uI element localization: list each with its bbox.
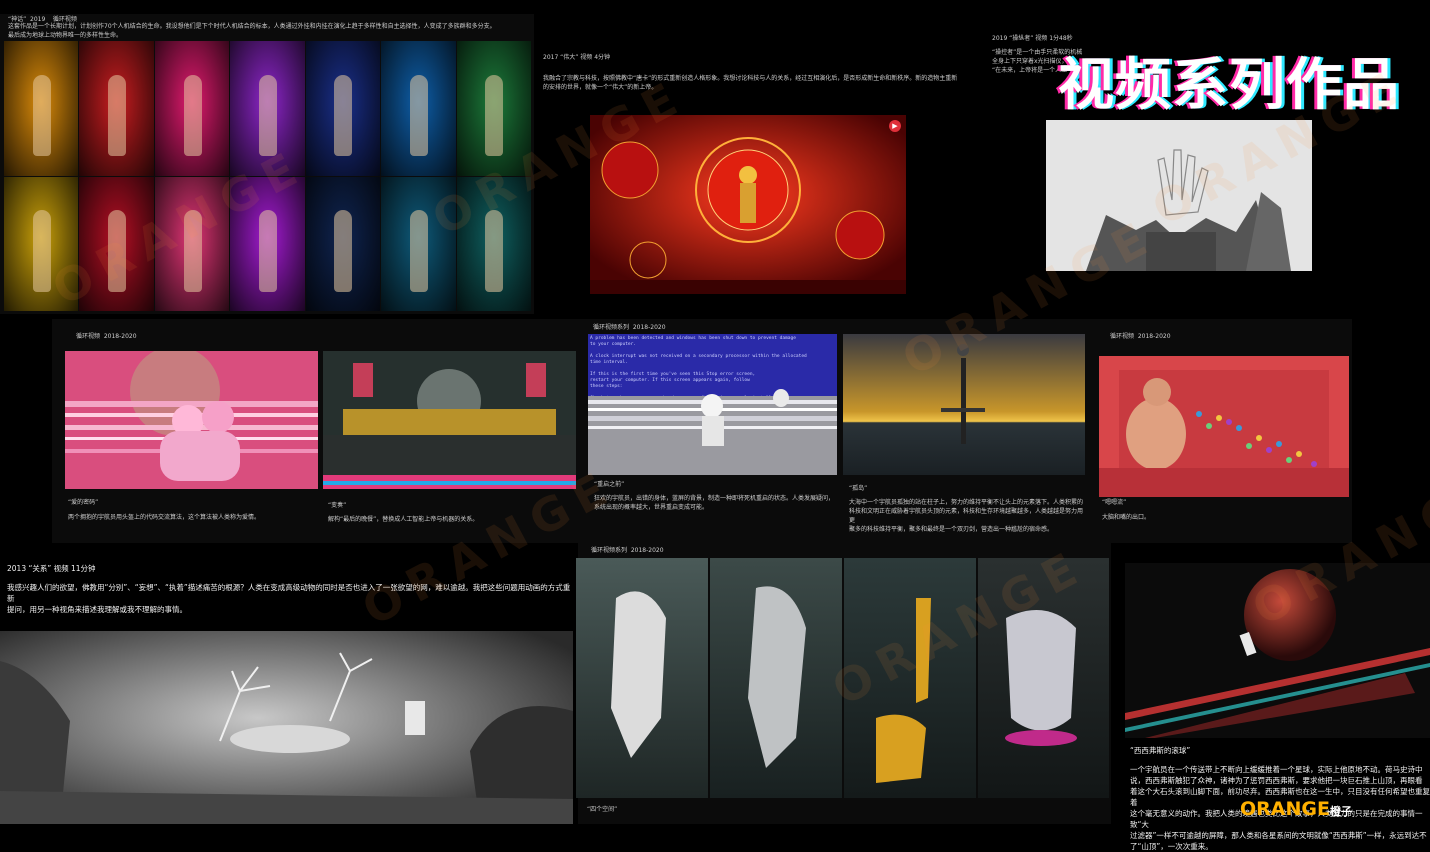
flow-desc: 大脑和嘴的出口。: [1102, 514, 1151, 521]
figure-silhouette: [334, 74, 353, 157]
flow-title: “嗯嗯流”: [1102, 499, 1127, 506]
variation-desc: 解构“最后的晚餐”，替换成人工智能上帝与机器的关系。: [328, 516, 479, 523]
variation-title: “变奏”: [328, 502, 347, 509]
loop2-title: 循环视频系列 2018-2020: [593, 324, 666, 331]
shenhua-tile: [305, 41, 381, 176]
love-code-image[interactable]: [65, 351, 318, 489]
figure-silhouette: [183, 74, 202, 157]
island-image[interactable]: [843, 334, 1085, 475]
shenhua-tile: [154, 41, 230, 176]
sisyphus-title: “西西弗斯的滚球”: [1130, 746, 1191, 755]
shenhua-tile: [4, 41, 79, 176]
before-reboot-desc: 狂欢的宇航员，出错的身体，蓝屏的背景，制造一种即将死机重启的状态。人类发展疑问，…: [594, 495, 835, 511]
shenhua-tile: [456, 176, 531, 311]
figure-silhouette: [334, 210, 353, 292]
guanxi-image[interactable]: [0, 631, 573, 824]
shenhua-tile: [4, 176, 79, 311]
play-icon[interactable]: ▶: [889, 120, 901, 132]
watermark-logo-main: ORANGE: [1240, 798, 1330, 820]
shenhua-tile: [456, 41, 531, 176]
shenhua-tile: [230, 41, 305, 176]
figure-silhouette: [183, 210, 202, 292]
shenhua-tile: [381, 176, 456, 311]
guanxi-desc: 我感兴趣人们的欲望，佛教用“分别”、“妄想”、“执着”描述痛苦的根源？人类在变成…: [7, 583, 571, 614]
page-title: 视频系列作品: [1058, 53, 1400, 118]
before-reboot-image[interactable]: A problem has been detected and windows …: [588, 334, 837, 475]
weida-title: 2017 “伟大” 视频 4分钟: [543, 54, 611, 61]
shenhua-panel: “神话” 2019 循环视频 这套作品是一个长期计划，计划创作70个人机结合的生…: [0, 14, 534, 314]
loop1-title: 循环视频 2018-2020: [76, 333, 137, 340]
shenhua-tile: [154, 176, 230, 311]
figure-silhouette: [258, 74, 277, 157]
shenhua-tile: [79, 41, 154, 176]
caozongzhe-image[interactable]: [1046, 120, 1312, 271]
figure-silhouette: [485, 74, 504, 157]
love-code-title: “爱的密码”: [68, 499, 99, 506]
shenhua-grid-image[interactable]: [4, 41, 532, 312]
figure-silhouette: [108, 74, 127, 157]
variation-image[interactable]: [323, 351, 576, 489]
before-reboot-title: “重启之前”: [594, 481, 625, 488]
shenhua-tile: [79, 176, 154, 311]
flow-image[interactable]: [1099, 356, 1349, 497]
shenhua-tile: [381, 41, 456, 176]
loop4-title: 循环视频系列 2018-2020: [591, 547, 664, 554]
figure-silhouette: [409, 74, 428, 157]
sisyphus-image[interactable]: [1125, 563, 1430, 738]
figure-silhouette: [108, 210, 127, 292]
figure-silhouette: [409, 210, 428, 292]
figure-silhouette: [485, 210, 504, 292]
love-code-desc: 两个拥抱的宇航员用头盔上的代码交流算法，这个算法被人类称为爱情。: [68, 514, 261, 521]
guanxi-title: 2013 “关系” 视频 11分钟: [7, 564, 96, 573]
figure-silhouette: [32, 210, 51, 292]
shenhua-desc: 这套作品是一个长期计划，计划创作70个人机结合的生命。我设想他们是下个时代人机结…: [8, 23, 496, 39]
loop3-title: 循环视频 2018-2020: [1110, 333, 1171, 340]
watermark-logo-sub: 橙子: [1329, 805, 1352, 818]
four-spaces-image[interactable]: [576, 558, 1109, 798]
shenhua-tile: [305, 176, 381, 311]
figure-silhouette: [32, 74, 51, 157]
island-title: “孤岛”: [849, 485, 868, 492]
watermark-logo: ORANGE橙子: [1240, 798, 1352, 820]
figure-silhouette: [258, 210, 277, 292]
weida-thangka-image[interactable]: ▶: [590, 115, 906, 294]
shenhua-tile: [230, 176, 305, 311]
weida-desc: 我融合了宗教与科技，按照佛教中“唐卡”的形式重新创造人格形象。我想讨论科技与人的…: [543, 75, 958, 91]
island-desc: 大海中一个宇航员孤独的站在柱子上，努力的维持平衡不让头上的元素落下。人类积累的 …: [849, 499, 1084, 533]
four-spaces-caption: “四个空间”: [587, 806, 618, 813]
